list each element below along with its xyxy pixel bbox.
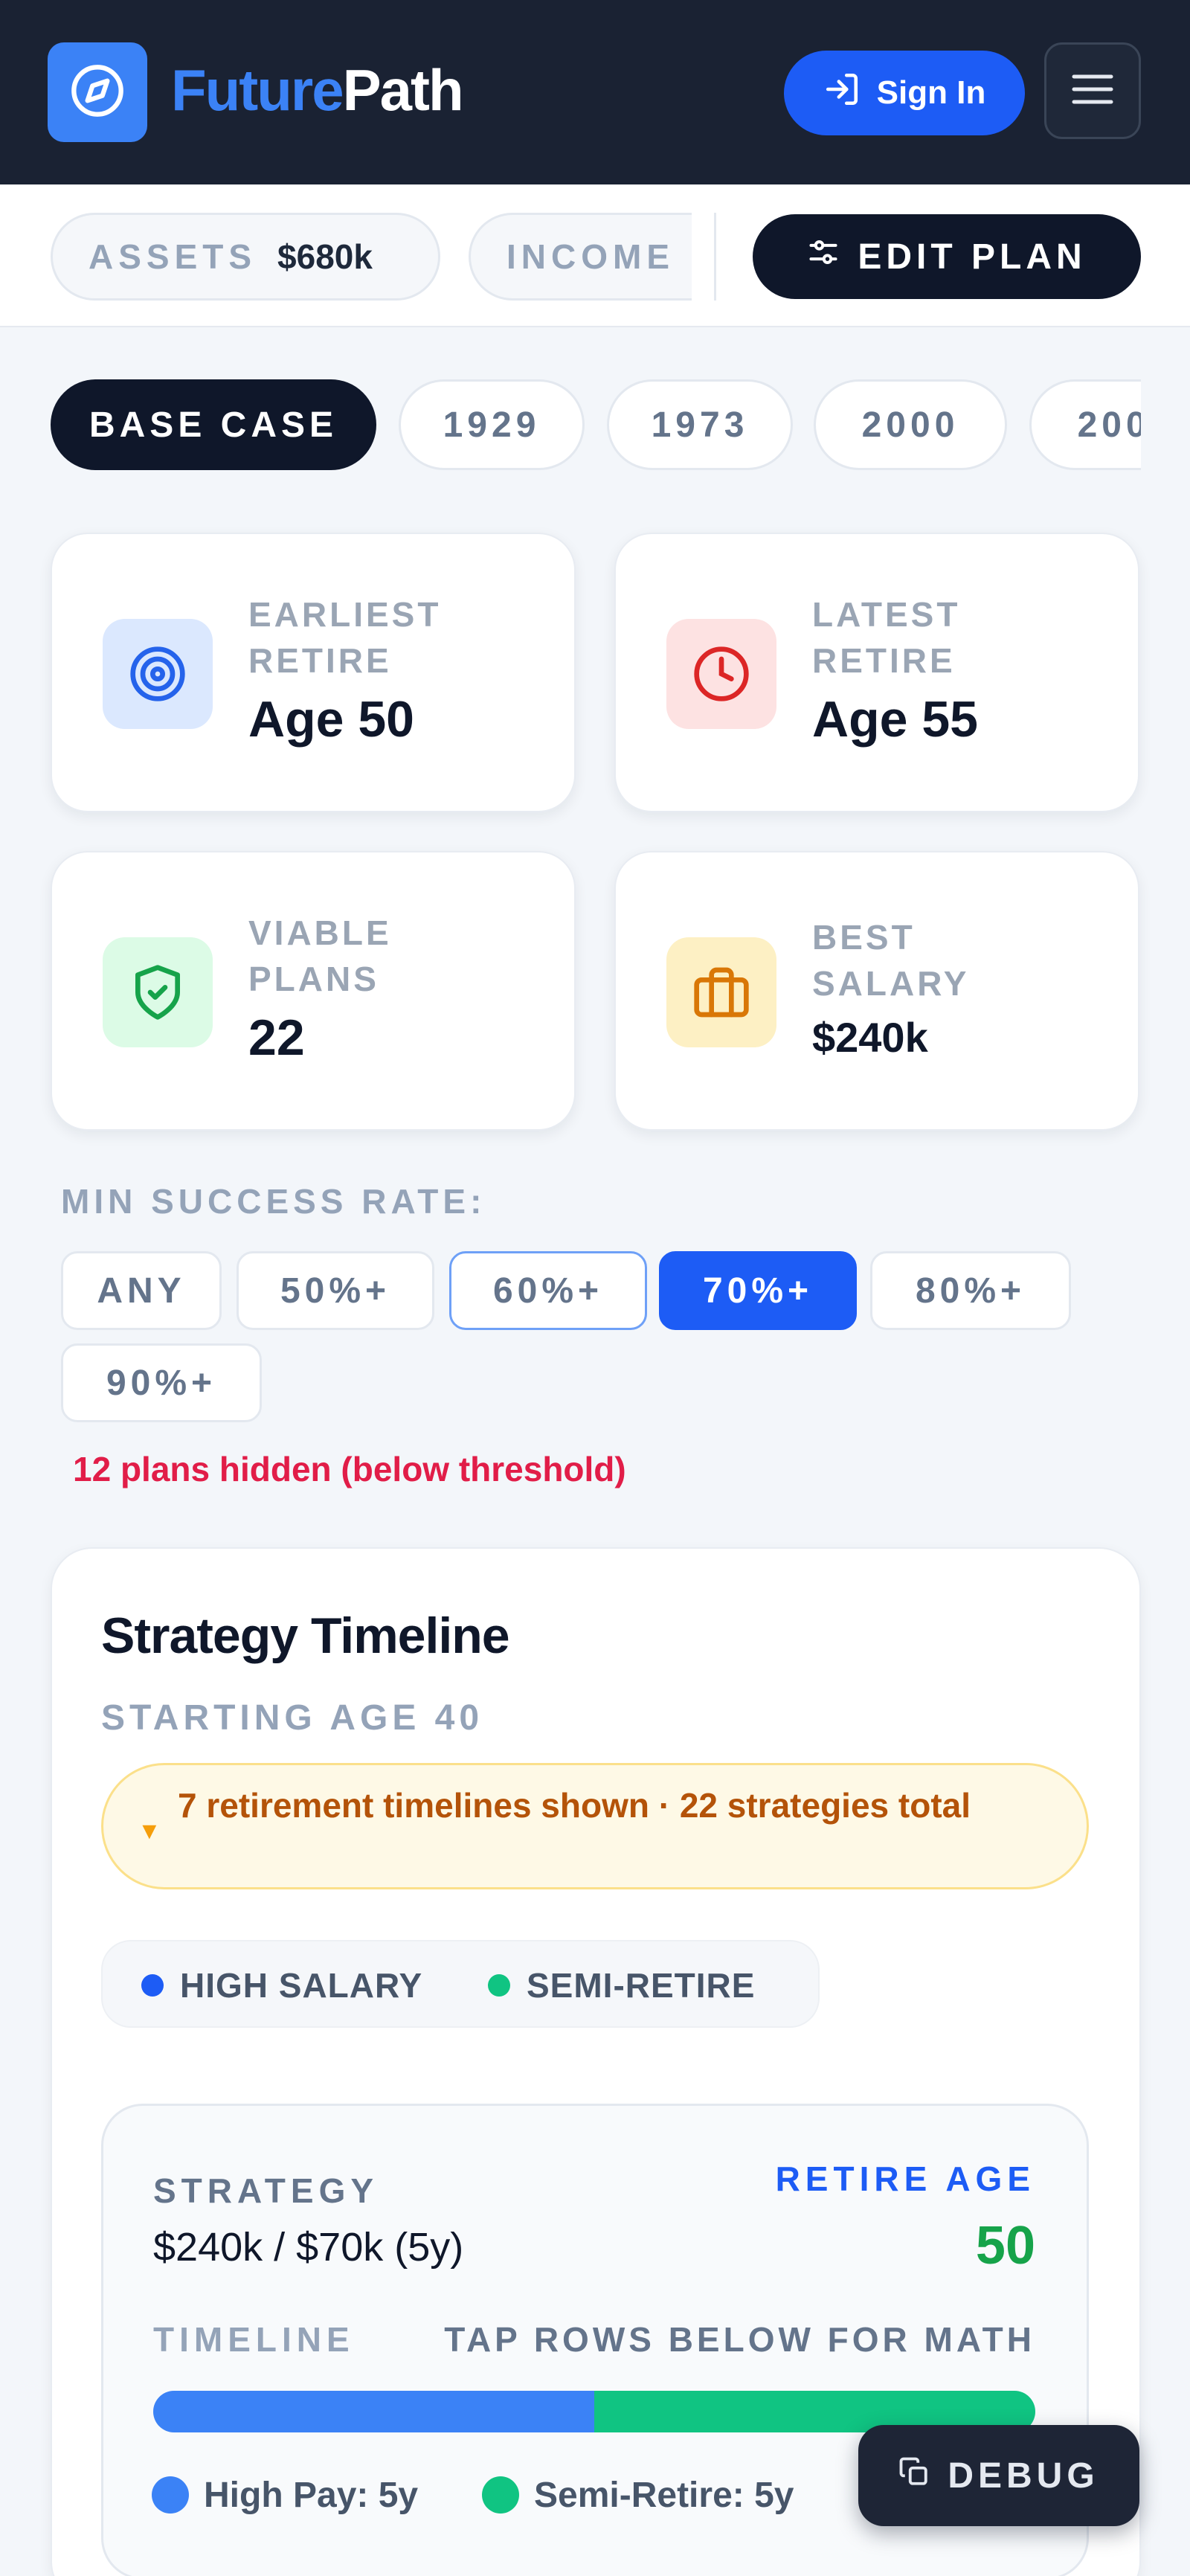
hidden-plans-note: 12 plans hidden (below threshold) — [73, 1450, 626, 1488]
copy-icon — [898, 2455, 930, 2496]
strategy-timeline-title: Strategy Timeline — [101, 1607, 510, 1664]
timeline-legend: HIGH SALARY SEMI-RETIRE — [101, 1940, 820, 2028]
viable-plans-label: VIABLE PLANS — [248, 913, 392, 998]
assets-value: $680k — [277, 237, 373, 276]
shield-check-icon — [103, 937, 213, 1047]
hamburger-icon — [1071, 72, 1114, 110]
brand-name-part2: Path — [342, 57, 464, 123]
legend-high-salary: HIGH SALARY — [141, 1941, 422, 2029]
rate-option-70[interactable]: 70%+ — [659, 1251, 857, 1330]
income-chip[interactable]: INCOME — [469, 213, 692, 301]
target-icon — [103, 619, 213, 729]
brand-name-part1: Future — [171, 57, 344, 123]
viable-plans-card: VIABLE PLANS 22 — [51, 851, 576, 1131]
scenario-2000[interactable]: 2000 — [814, 379, 1007, 470]
best-salary-value: $240k — [812, 1014, 928, 1061]
timelines-notice-text: 7 retirement timelines shown · 22 strate… — [178, 1786, 971, 1825]
rate-option-any[interactable]: ANY — [61, 1251, 222, 1330]
segment-dot-high-pay — [152, 2476, 189, 2514]
compass-icon — [69, 62, 126, 123]
rate-option-50[interactable]: 50%+ — [237, 1251, 434, 1330]
latest-retire-value: Age 55 — [812, 691, 978, 748]
rate-option-90[interactable]: 90%+ — [61, 1343, 262, 1422]
timelines-notice[interactable]: ▼ 7 retirement timelines shown · 22 stra… — [101, 1763, 1089, 1889]
scenario-1973[interactable]: 1973 — [607, 379, 793, 470]
starting-age-subtitle: STARTING AGE 40 — [101, 1698, 484, 1738]
legend-high-salary-label: HIGH SALARY — [180, 1966, 423, 2005]
sign-in-icon — [823, 71, 861, 116]
best-salary-label: BEST SALARY — [812, 918, 970, 1003]
viable-plans-value: 22 — [248, 1009, 305, 1066]
latest-retire-label: LATEST RETIRE — [812, 595, 961, 680]
assets-chip[interactable]: ASSETS $680k — [51, 213, 440, 301]
retire-age-label: RETIRE AGE — [775, 2159, 1035, 2198]
earliest-retire-label: EARLIEST RETIRE — [248, 595, 442, 680]
caret-down-icon: ▼ — [138, 1817, 161, 1844]
timeline-label: TIMELINE — [153, 2320, 355, 2359]
segment-legend-high-pay: High Pay: 5y — [152, 2473, 418, 2517]
debug-label: DEBUG — [948, 2455, 1099, 2496]
sign-in-button[interactable]: Sign In — [784, 51, 1025, 135]
earliest-retire-value: Age 50 — [248, 691, 414, 748]
legend-semi-retire: SEMI-RETIRE — [488, 1941, 755, 2029]
rate-option-60[interactable]: 60%+ — [449, 1251, 647, 1330]
briefcase-icon — [666, 937, 776, 1047]
best-salary-card: BEST SALARY $240k — [614, 851, 1139, 1131]
timeline-segment-high-pay — [153, 2391, 594, 2432]
scenario-1929[interactable]: 1929 — [399, 379, 585, 470]
timeline-hint: TAP ROWS BELOW FOR MATH — [444, 2320, 1035, 2359]
min-success-rate-label: MIN SUCCESS RATE: — [61, 1182, 486, 1221]
strategy-value: $240k / $70k (5y) — [153, 2225, 464, 2270]
segment-legend-semi-retire: Semi-Retire: 5y — [482, 2473, 794, 2517]
strategy-label: STRATEGY — [153, 2171, 379, 2210]
brand-name[interactable]: FuturePath — [171, 61, 464, 119]
assets-label: ASSETS — [89, 237, 257, 276]
earliest-retire-card: EARLIEST RETIRE Age 50 — [51, 533, 576, 812]
legend-semi-retire-label: SEMI-RETIRE — [527, 1966, 756, 2005]
logo[interactable] — [48, 42, 147, 142]
sign-in-label: Sign In — [876, 74, 986, 111]
clock-icon — [666, 619, 776, 729]
segment-dot-semi-retire — [482, 2476, 519, 2514]
retire-age-value: 50 — [975, 2216, 1035, 2275]
legend-dot-semi-retire — [488, 1974, 510, 1997]
scenario-selector: BASE CASE 1929 1973 2000 2008 — [0, 379, 1141, 472]
summary-divider — [714, 213, 716, 301]
income-label: INCOME — [506, 237, 675, 276]
edit-plan-button[interactable]: EDIT PLAN — [753, 214, 1141, 299]
latest-retire-card: LATEST RETIRE Age 55 — [614, 533, 1139, 812]
top-navigation-bar: FuturePath Sign In — [0, 0, 1190, 184]
debug-button[interactable]: DEBUG — [858, 2425, 1139, 2526]
edit-plan-label: EDIT PLAN — [858, 237, 1087, 277]
scenario-base-case[interactable]: BASE CASE — [51, 379, 376, 470]
segment-label-high-pay: High Pay: 5y — [204, 2475, 419, 2515]
menu-button[interactable] — [1044, 42, 1141, 139]
segment-label-semi-retire: Semi-Retire: 5y — [534, 2475, 794, 2515]
legend-dot-high-salary — [141, 1974, 164, 1997]
scenario-2008[interactable]: 2008 — [1029, 379, 1141, 470]
rate-option-80[interactable]: 80%+ — [870, 1251, 1071, 1330]
sliders-icon — [807, 236, 840, 277]
